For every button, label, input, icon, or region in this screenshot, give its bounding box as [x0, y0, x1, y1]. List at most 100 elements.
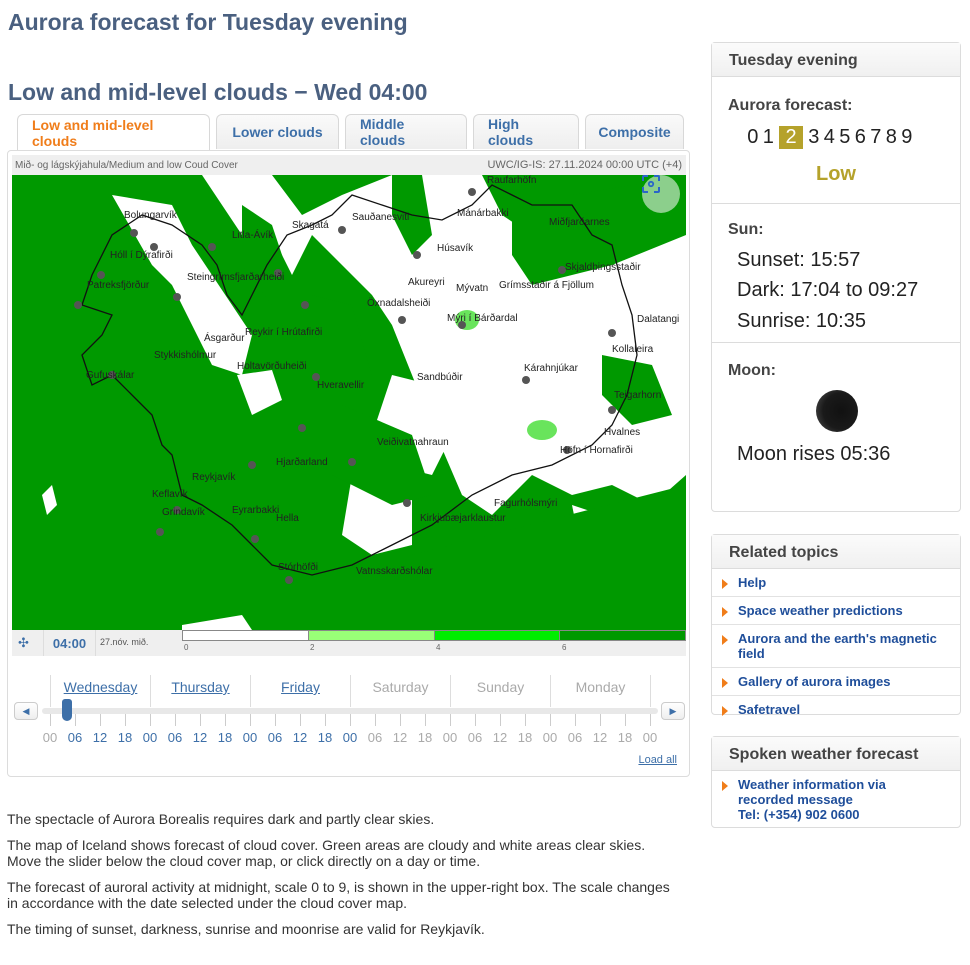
- scale-segment-light: [308, 630, 435, 641]
- timeline-hour[interactable]: 06: [163, 730, 187, 745]
- map-label: Bolungarvík: [124, 210, 177, 221]
- link-label: Space weather predictions: [738, 603, 903, 618]
- aurora-scale-value: 6: [854, 126, 866, 148]
- aurora-scale-value: 3: [808, 126, 820, 148]
- map-label: Gufuskálar: [86, 370, 135, 381]
- related-link-magnetic-field[interactable]: Aurora and the earth's magnetic field: [712, 625, 960, 668]
- timeline-tick: [575, 714, 576, 726]
- related-topics-title: Related topics: [712, 535, 960, 569]
- timeline-hour[interactable]: 06: [63, 730, 87, 745]
- timeline-tick: [550, 714, 551, 726]
- cloud-cover-map[interactable]: Bolungarvík Litla-Ávík Skagatá Sauðanesv…: [12, 175, 686, 630]
- description-paragraph: The forecast of auroral activity at midn…: [7, 879, 670, 911]
- map-label: Sandbúðir: [417, 372, 463, 383]
- timeline-tick: [400, 714, 401, 726]
- load-all-link[interactable]: Load all: [638, 754, 677, 766]
- aurora-scale-value: 7: [870, 126, 882, 148]
- phone-number: Tel: (+354) 902 0600: [738, 807, 860, 822]
- tab-lower-clouds[interactable]: Lower clouds: [216, 114, 339, 149]
- related-link-gallery[interactable]: Gallery of aurora images: [712, 668, 960, 696]
- cloud-layer-tabs: Low and mid-level clouds Lower clouds Mi…: [17, 114, 684, 151]
- map-label: Stórhöfði: [278, 562, 319, 573]
- map-caption-source: UWC/IG-IS: 27.11.2024 00:00 UTC (+4): [487, 159, 682, 171]
- timeline-hour[interactable]: 18: [313, 730, 337, 745]
- spoken-forecast-link[interactable]: Weather information via recorded message…: [712, 771, 960, 822]
- timeline-hour: 00: [442, 730, 458, 745]
- spoken-line-1: Weather information via: [738, 777, 886, 792]
- timeline-hour[interactable]: 12: [288, 730, 312, 745]
- day-thursday[interactable]: Thursday: [150, 675, 250, 707]
- scale-segment-medium: [434, 630, 561, 641]
- timeline-hours: 00 06 12 18 00 06 12 18 00 06 12 18 00 06 12 18 00 06 12 18…: [38, 730, 668, 746]
- map-label: Sauðanesviti: [352, 212, 410, 223]
- related-link-space-weather[interactable]: Space weather predictions: [712, 597, 960, 625]
- tab-composite[interactable]: Composite: [585, 114, 684, 149]
- tab-low-mid-clouds[interactable]: Low and mid-level clouds: [17, 114, 210, 151]
- timeline-tick: [500, 714, 501, 726]
- timeline-prev-button[interactable]: ◀: [14, 702, 38, 720]
- map-label: Keflavík: [152, 489, 188, 500]
- timeline-hour[interactable]: 18: [213, 730, 237, 745]
- timeline-tick: [50, 714, 51, 726]
- map-label: Eyrarbakki: [232, 505, 280, 516]
- map-label: Steingrímsfjarðarheiði: [187, 272, 285, 283]
- timeline-hour[interactable]: 12: [188, 730, 212, 745]
- map-focus-button[interactable]: [642, 175, 680, 213]
- timeline-hour[interactable]: 12: [88, 730, 112, 745]
- aurora-scale-value: 1: [762, 126, 774, 148]
- timeline-tick: [425, 714, 426, 726]
- arrow-bullet-icon: [722, 579, 728, 589]
- timeline-hour[interactable]: 18: [113, 730, 137, 745]
- aurora-scale-value: 4: [823, 126, 835, 148]
- timeline-hour[interactable]: 00: [238, 730, 262, 745]
- map-label: Höfn í Hornafirði: [560, 445, 633, 456]
- aurora-scale-value: 0: [747, 126, 759, 148]
- timeline-tick: [650, 714, 651, 726]
- map-label: Kollaleira: [612, 344, 654, 355]
- map-caption: Mið- og lágskýjahula/Medium and low Coud…: [12, 155, 686, 175]
- timeline-hour: 18: [417, 730, 433, 745]
- timeline-hour: 00: [42, 730, 58, 745]
- tab-middle-clouds[interactable]: Middle clouds: [345, 114, 467, 149]
- map-label: Stykkishólmur: [154, 350, 217, 361]
- timeline-tick: [375, 714, 376, 726]
- spoken-forecast-title: Spoken weather forecast: [712, 737, 960, 771]
- timeline-hour: 06: [467, 730, 483, 745]
- day-monday: Monday: [550, 675, 650, 707]
- timeline-tick: [150, 714, 151, 726]
- timeline-hour: 00: [542, 730, 558, 745]
- timeline-tick: [225, 714, 226, 726]
- focus-icon: [642, 175, 660, 193]
- arrow-bullet-icon: [722, 635, 728, 645]
- map-label: Patreksfjörður: [87, 280, 150, 291]
- aurora-scale-value: 2: [779, 126, 803, 149]
- timeline-hour: 06: [367, 730, 383, 745]
- timeline-tick: [625, 714, 626, 726]
- legend-date: 27.nóv. mið.: [100, 637, 149, 647]
- cloud-map-graphic: [42, 175, 686, 630]
- related-link-safetravel[interactable]: Safetravel: [712, 696, 960, 723]
- forecast-box-title: Tuesday evening: [712, 43, 960, 77]
- related-link-help[interactable]: Help: [712, 569, 960, 597]
- move-icon[interactable]: ✣: [18, 635, 29, 651]
- timeline-hour[interactable]: 06: [263, 730, 287, 745]
- day-friday[interactable]: Friday: [250, 675, 350, 707]
- related-topics-box: Related topics Help Space weather predic…: [711, 534, 961, 717]
- map-label: Hóll í Dýrafirði: [110, 250, 173, 261]
- aurora-scale-value: 9: [901, 126, 913, 148]
- timeline-next-button[interactable]: ▶: [661, 702, 685, 720]
- day-sunday: Sunday: [450, 675, 550, 707]
- timeline-hour[interactable]: 00: [138, 730, 162, 745]
- arrow-bullet-icon: [722, 607, 728, 617]
- timeline-hour[interactable]: 00: [338, 730, 362, 745]
- timeline-tick: [175, 714, 176, 726]
- timeline-tick: [125, 714, 126, 726]
- map-label: Öxnadalsheiði: [367, 298, 431, 309]
- timeline-tick: [275, 714, 276, 726]
- arrow-left-icon: ◀: [22, 705, 30, 716]
- map-label: Kirkjubæjarklaustur: [420, 513, 506, 524]
- map-heading: Low and mid-level clouds − Wed 04:00: [8, 79, 428, 105]
- map-label: Grindavík: [162, 507, 205, 518]
- tab-high-clouds[interactable]: High clouds: [473, 114, 579, 149]
- map-label: Vatnsskarðshólar: [356, 566, 433, 577]
